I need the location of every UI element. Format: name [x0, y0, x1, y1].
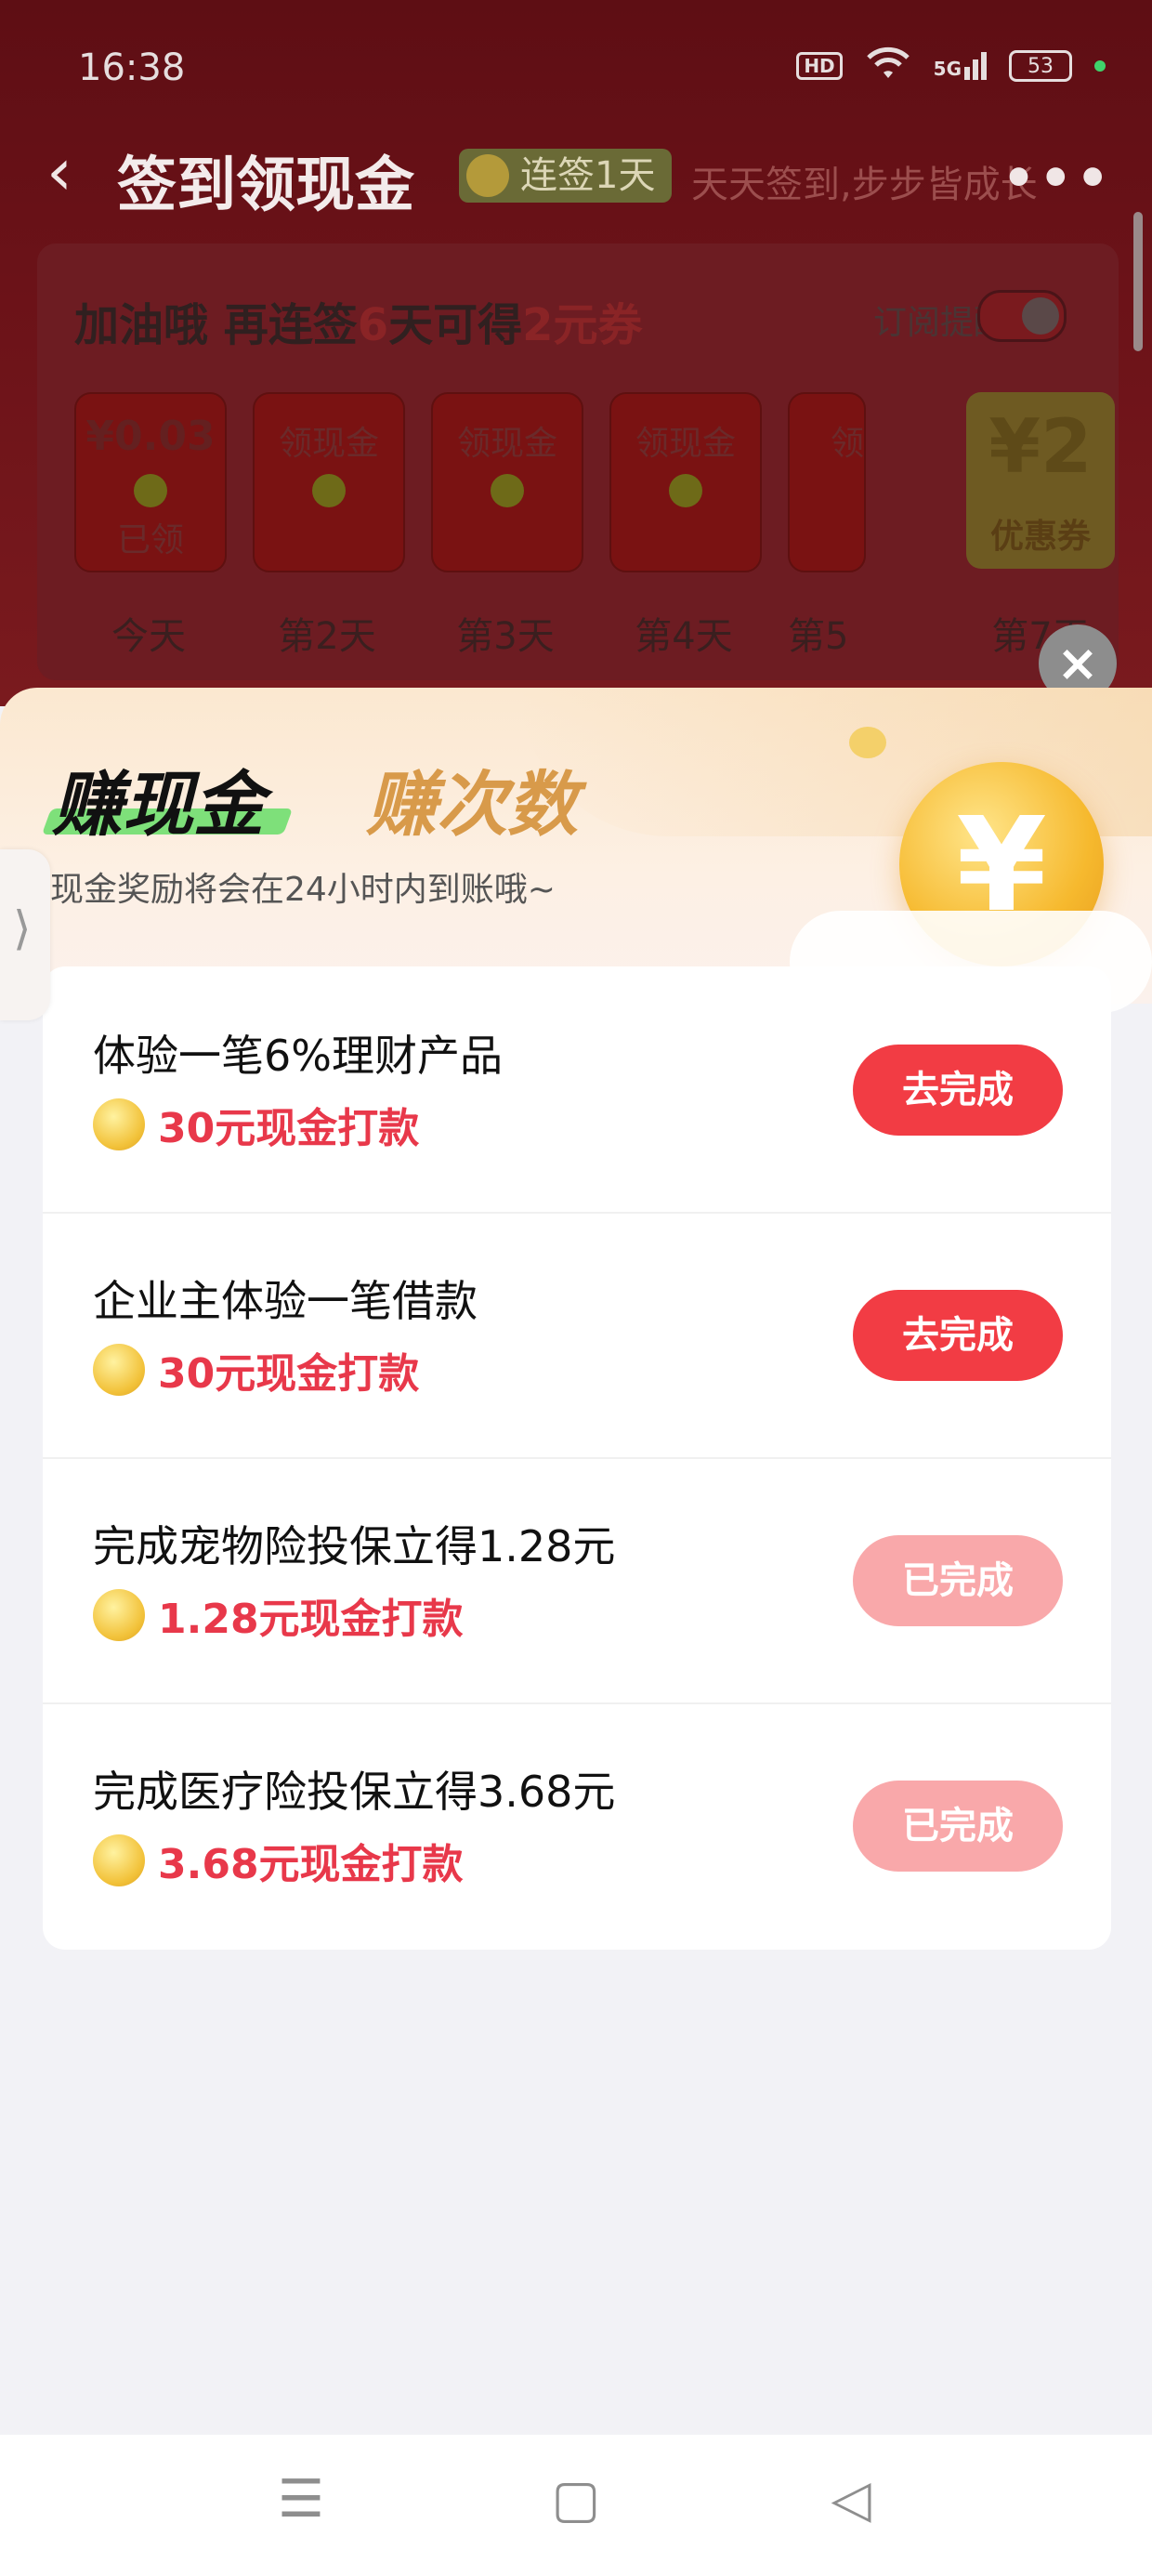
- task-title: 完成宠物险投保立得1.28元: [93, 1521, 616, 1571]
- coin-icon: [93, 1098, 145, 1150]
- chevron-right-icon: ⟩: [13, 901, 32, 955]
- status-bar: 16:38 HD 5G 53: [0, 0, 1152, 139]
- battery-icon: 53: [1009, 50, 1072, 82]
- tab-earn-times[interactable]: 赚次数: [366, 747, 578, 849]
- back-icon[interactable]: ‹: [46, 139, 72, 204]
- reward-text: 3.68元现金打款: [158, 1841, 464, 1888]
- day-label: 第4天: [635, 615, 733, 658]
- task-reward: 30元现金打款: [93, 1342, 419, 1398]
- hd-icon: HD: [796, 52, 843, 80]
- system-nav-bar: ☰ ▢ ◁: [0, 2435, 1152, 2576]
- envelope-day-4[interactable]: 领现金: [609, 392, 762, 572]
- go-complete-button[interactable]: 去完成: [853, 1290, 1063, 1381]
- task-reward: 3.68元现金打款: [93, 1833, 464, 1888]
- headline-coupon: 2元券: [522, 299, 643, 351]
- day-label: 今天: [111, 615, 186, 658]
- reward-text: 30元现金打款: [158, 1105, 420, 1152]
- task-reward: 30元现金打款: [93, 1097, 419, 1152]
- streak-badge: 连签1天: [459, 149, 673, 203]
- seal-icon: [669, 474, 702, 507]
- envelope-row: ¥0.03 已领 领现金 领现金 领现金 领现 ¥2 优惠券: [74, 392, 1115, 578]
- headline-days: 6: [357, 299, 389, 351]
- envelope-day-1[interactable]: ¥0.03 已领: [74, 392, 227, 572]
- more-icon[interactable]: •••: [1002, 149, 1113, 209]
- task-row: 体验一笔6%理财产品 30元现金打款 去完成: [43, 966, 1111, 1214]
- completed-button[interactable]: 已完成: [853, 1535, 1063, 1626]
- scrollbar[interactable]: [1133, 212, 1143, 351]
- task-row: 完成宠物险投保立得1.28元 1.28元现金打款 已完成: [43, 1457, 1111, 1704]
- page-header: ‹ 签到领现金 连签1天 天天签到,步步皆成长 •••: [0, 121, 1152, 232]
- envelope-status: 已领: [116, 521, 184, 559]
- task-row: 企业主体验一笔借款 30元现金打款 去完成: [43, 1212, 1111, 1459]
- headline-middle: 天可得: [388, 299, 523, 351]
- headline-prefix: 加油哦 再连签: [74, 299, 358, 351]
- menu-icon[interactable]: ☰: [273, 2472, 329, 2528]
- task-reward: 1.28元现金打款: [93, 1587, 464, 1643]
- status-time: 16:38: [78, 46, 186, 89]
- envelope-label: 领现金: [278, 425, 379, 463]
- tab-earn-cash[interactable]: 赚现金: [52, 747, 264, 849]
- network-type: 5G: [933, 58, 962, 80]
- reward-text: 30元现金打款: [158, 1350, 420, 1398]
- side-drawer-handle[interactable]: ⟩: [0, 849, 50, 1020]
- envelope-label: 领现金: [456, 425, 557, 463]
- coupon-reward[interactable]: ¥2 优惠券: [966, 392, 1115, 569]
- day-label: 第2天: [278, 615, 376, 658]
- envelope-amount: ¥0.03: [85, 413, 216, 460]
- envelope-label: 领现: [830, 425, 864, 463]
- subscribe-toggle[interactable]: [977, 290, 1067, 342]
- popup-header: ¥ 赚现金 赚次数 现金奖励将会在24小时内到账哦~: [0, 688, 1152, 1013]
- envelope-day-5[interactable]: 领现: [788, 392, 866, 572]
- back-nav-icon[interactable]: ◁: [823, 2472, 879, 2528]
- envelope-label: 领现金: [635, 425, 736, 463]
- streak-label: 连签1天: [520, 154, 656, 197]
- coin-icon: [93, 1589, 145, 1641]
- task-row: 完成医疗险投保立得3.68元 3.68元现金打款 已完成: [43, 1702, 1111, 1948]
- reward-text: 1.28元现金打款: [158, 1596, 464, 1643]
- task-list: 体验一笔6%理财产品 30元现金打款 去完成 企业主体验一笔借款 30元现金打款…: [43, 966, 1111, 1950]
- signin-headline: 加油哦 再连签6天可得2元券: [74, 288, 643, 353]
- streak-icon: [466, 154, 509, 197]
- reward-popup: ¥ 赚现金 赚次数 现金奖励将会在24小时内到账哦~ 体验一笔6%理财产品 30…: [0, 688, 1152, 2576]
- home-icon[interactable]: ▢: [548, 2472, 604, 2528]
- coupon-amount: ¥2: [988, 403, 1093, 490]
- page-title: 签到领现金: [117, 151, 414, 220]
- day-labels: 今天 第2天 第3天 第4天 第5 第7天: [74, 606, 1115, 662]
- coupon-label: 优惠券: [989, 518, 1091, 556]
- reward-notice: 现金奖励将会在24小时内到账哦~: [50, 871, 556, 909]
- envelope-day-3[interactable]: 领现金: [431, 392, 583, 572]
- coin-icon: [93, 1344, 145, 1396]
- task-title: 体验一笔6%理财产品: [93, 1031, 503, 1081]
- task-title: 企业主体验一笔借款: [93, 1276, 478, 1326]
- go-complete-button[interactable]: 去完成: [853, 1045, 1063, 1136]
- signal-icon: 5G: [934, 52, 987, 80]
- coin-icon: [93, 1834, 145, 1886]
- status-dot: [1094, 60, 1106, 72]
- wifi-icon: [865, 46, 911, 85]
- signin-card: 加油哦 再连签6天可得2元券 订阅提醒 ¥0.03 已领 领现金 领现金 领现金…: [37, 243, 1119, 680]
- status-icons: HD 5G 53: [796, 46, 1106, 85]
- small-coin-icon: [849, 727, 886, 758]
- day-label: 第3天: [456, 615, 555, 658]
- completed-button[interactable]: 已完成: [853, 1781, 1063, 1872]
- seal-icon: [491, 474, 524, 507]
- task-title: 完成医疗险投保立得3.68元: [93, 1767, 616, 1817]
- envelope-day-2[interactable]: 领现金: [253, 392, 405, 572]
- seal-icon: [134, 474, 167, 507]
- day-label: 第5: [788, 615, 849, 658]
- seal-icon: [312, 474, 346, 507]
